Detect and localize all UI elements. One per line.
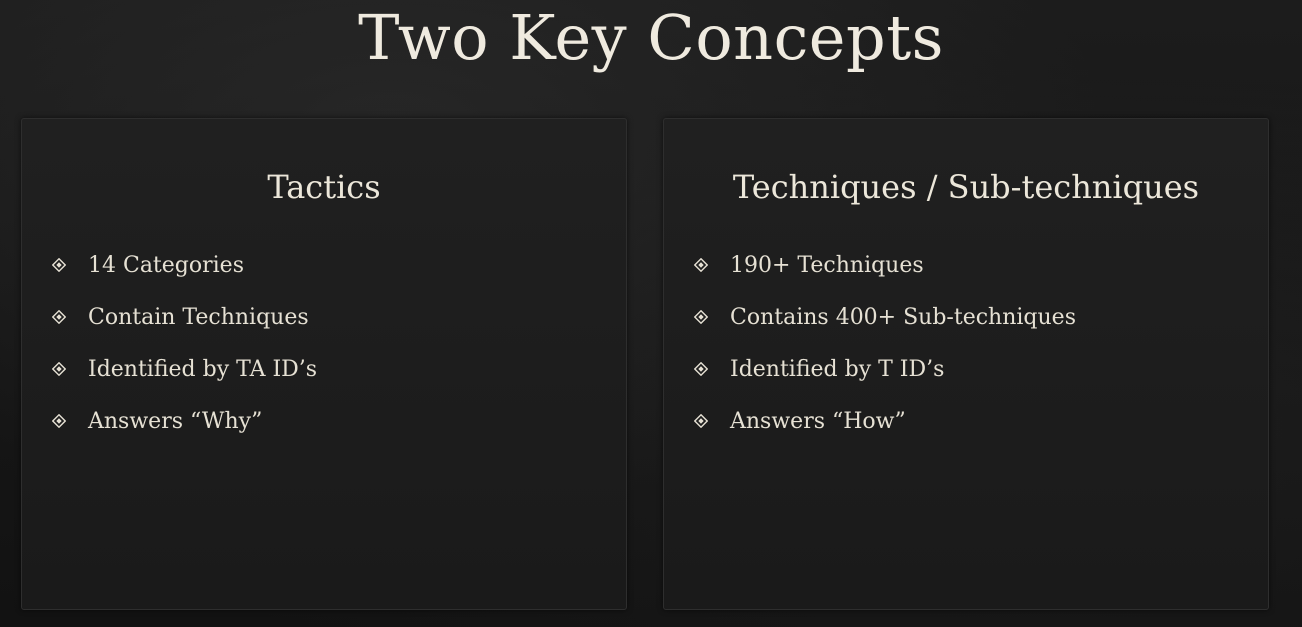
bullet-text: Answers “Why”: [88, 408, 263, 434]
bullet-list: 14 Categories Contain Techniques Identif…: [52, 239, 606, 447]
bullet-text: 190+ Techniques: [730, 252, 924, 278]
list-item: Identified by TA ID’s: [52, 343, 606, 395]
list-item: 190+ Techniques: [694, 239, 1248, 291]
bullet-text: Contains 400+ Sub-techniques: [730, 304, 1076, 330]
bullet-text: Identified by TA ID’s: [88, 356, 318, 382]
list-item: Answers “Why”: [52, 395, 606, 447]
diamond-bullet-icon: [694, 310, 708, 324]
diamond-bullet-icon: [52, 362, 66, 376]
list-item: Contain Techniques: [52, 291, 606, 343]
diamond-bullet-icon: [694, 414, 708, 428]
bullet-text: Contain Techniques: [88, 304, 309, 330]
diamond-bullet-icon: [52, 310, 66, 324]
list-item: 14 Categories: [52, 239, 606, 291]
techniques-panel: Techniques / Sub-techniques 190+ Techniq…: [663, 118, 1269, 610]
diamond-bullet-icon: [694, 362, 708, 376]
tactics-panel: Tactics 14 Categories Contain Techniques…: [21, 118, 627, 610]
slide-title: Two Key Concepts: [358, 1, 944, 74]
list-item: Contains 400+ Sub-techniques: [694, 291, 1248, 343]
bullet-text: Answers “How”: [730, 408, 906, 434]
panel-heading: Techniques / Sub-techniques: [732, 168, 1200, 206]
diamond-bullet-icon: [52, 258, 66, 272]
bullet-list: 190+ Techniques Contains 400+ Sub-techni…: [694, 239, 1248, 447]
diamond-bullet-icon: [694, 258, 708, 272]
diamond-bullet-icon: [52, 414, 66, 428]
list-item: Identified by T ID’s: [694, 343, 1248, 395]
list-item: Answers “How”: [694, 395, 1248, 447]
panel-heading: Tactics: [267, 168, 381, 206]
bullet-text: 14 Categories: [88, 252, 244, 278]
bullet-text: Identified by T ID’s: [730, 356, 945, 382]
